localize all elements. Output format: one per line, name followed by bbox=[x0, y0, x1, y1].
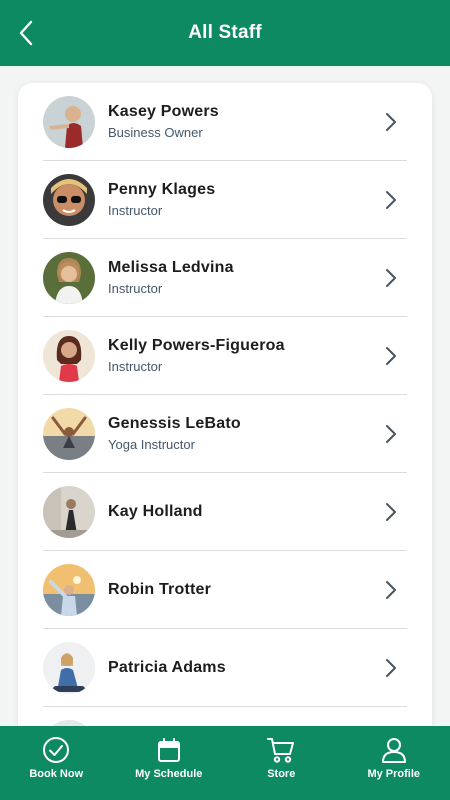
staff-role: Yoga Instructor bbox=[108, 437, 195, 452]
tab-store[interactable]: Store bbox=[225, 726, 338, 800]
avatar bbox=[43, 329, 95, 382]
tab-label: Store bbox=[267, 768, 296, 780]
chevron-right-icon bbox=[379, 656, 403, 680]
staff-name: Melissa Ledvina bbox=[108, 259, 234, 276]
tab-label: Book Now bbox=[29, 768, 84, 780]
staff-list: Kasey Powers Business Owner Penny Klages… bbox=[18, 83, 432, 743]
tab-label: My Profile bbox=[367, 768, 421, 780]
staff-name: Kay Holland bbox=[108, 502, 203, 520]
avatar bbox=[43, 251, 95, 304]
check-circle-icon bbox=[43, 737, 70, 763]
staff-name: Penny Klages bbox=[108, 181, 216, 198]
avatar bbox=[43, 641, 95, 694]
chevron-right-icon bbox=[379, 422, 403, 446]
avatar bbox=[43, 485, 95, 538]
avatar bbox=[43, 407, 95, 460]
staff-name: Kelly Powers-Figueroa bbox=[108, 337, 285, 354]
staff-row-penny-klages[interactable]: Penny Klages Instructor bbox=[43, 161, 407, 239]
back-button[interactable] bbox=[12, 17, 40, 49]
chevron-right-icon bbox=[379, 266, 403, 290]
chevron-right-icon bbox=[379, 344, 403, 368]
staff-name: Kasey Powers bbox=[108, 103, 219, 120]
staff-name: Genessis LeBato bbox=[108, 415, 241, 432]
avatar bbox=[43, 563, 95, 616]
chevron-right-icon bbox=[379, 110, 403, 134]
staff-row-kelly-powers-figueroa[interactable]: Kelly Powers-Figueroa Instructor bbox=[43, 317, 407, 395]
tab-label: My Schedule bbox=[135, 768, 203, 780]
staff-role: Instructor bbox=[108, 359, 163, 374]
staff-row-patricia-adams[interactable]: Patricia Adams bbox=[43, 629, 407, 707]
tab-my-profile[interactable]: My Profile bbox=[338, 726, 450, 800]
tab-my-schedule[interactable]: My Schedule bbox=[113, 726, 226, 800]
calendar-icon bbox=[157, 738, 180, 762]
cart-icon bbox=[267, 738, 295, 763]
staff-row-kay-holland[interactable]: Kay Holland bbox=[43, 473, 407, 551]
staff-name: Robin Trotter bbox=[108, 580, 212, 598]
staff-row-kasey-powers[interactable]: Kasey Powers Business Owner bbox=[43, 83, 407, 161]
staff-name: Patricia Adams bbox=[108, 658, 226, 676]
staff-row-robin-trotter[interactable]: Robin Trotter bbox=[43, 551, 407, 629]
staff-row-melissa-ledvina[interactable]: Melissa Ledvina Instructor bbox=[43, 239, 407, 317]
staff-role: Instructor bbox=[108, 203, 163, 218]
app-header: All Staff bbox=[0, 0, 450, 66]
avatar bbox=[43, 95, 95, 148]
staff-role: Instructor bbox=[108, 281, 163, 296]
chevron-right-icon bbox=[379, 188, 403, 212]
page-title: All Staff bbox=[188, 22, 262, 43]
staff-row-genessis-lebato[interactable]: Genessis LeBato Yoga Instructor bbox=[43, 395, 407, 473]
avatar bbox=[43, 173, 95, 226]
chevron-right-icon bbox=[379, 578, 403, 602]
bottom-tab-bar: Book Now My Schedule Store My Profile bbox=[0, 726, 450, 800]
chevron-left-icon bbox=[19, 20, 33, 46]
tab-book-now[interactable]: Book Now bbox=[0, 726, 113, 800]
staff-role: Business Owner bbox=[108, 125, 203, 140]
person-icon bbox=[381, 738, 406, 763]
chevron-right-icon bbox=[379, 500, 403, 524]
